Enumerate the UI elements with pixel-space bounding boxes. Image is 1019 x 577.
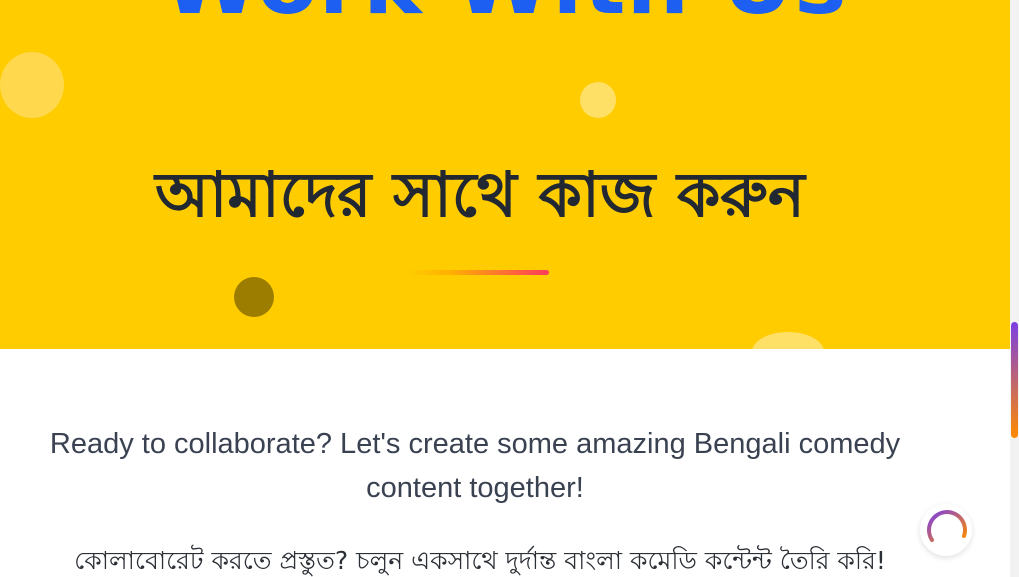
loading-spinner-icon — [927, 510, 967, 542]
tagline-bengali: কোলাবোরেট করতে প্রস্তুত? চলুন একসাথে দুর… — [74, 546, 886, 575]
decorative-bubble — [752, 332, 824, 349]
page-scrollbar[interactable] — [1010, 0, 1019, 577]
decorative-bubble — [580, 82, 616, 118]
decorative-bubble — [234, 277, 274, 317]
page-title-bengali: আমাদের সাথে কাজ করুন — [155, 158, 805, 231]
decorative-bubble — [0, 52, 64, 118]
tagline-english: Ready to collaborate? Let's create some … — [49, 428, 901, 504]
loading-spinner — [920, 504, 972, 556]
scrollbar-thumb[interactable] — [1011, 322, 1018, 438]
content-section: Ready to collaborate? Let's create some … — [0, 349, 1010, 577]
hero-section: Work With Us আমাদের সাথে কাজ করুন — [0, 0, 1010, 349]
title-underline — [408, 270, 549, 275]
page-title-english: Work With Us — [0, 0, 1010, 28]
